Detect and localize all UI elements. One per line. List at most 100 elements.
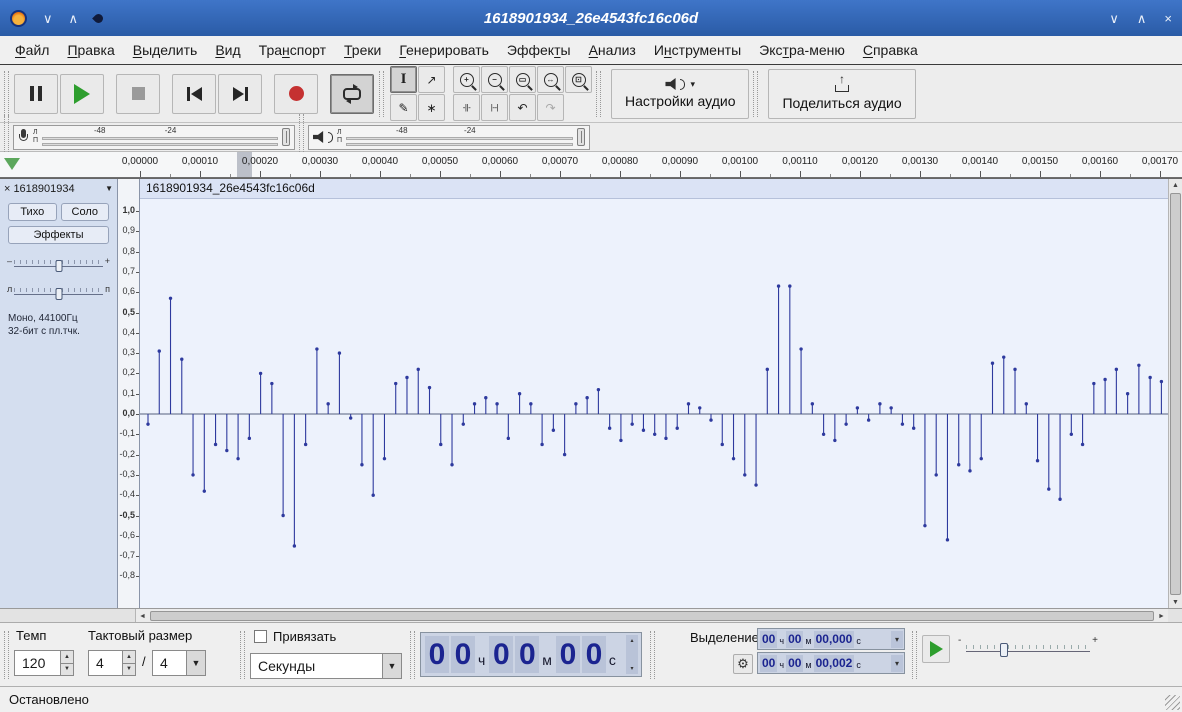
selection-toolbar-grip[interactable] (650, 631, 655, 679)
dropdown-arrow-icon[interactable]: ▼ (186, 651, 205, 675)
menu-item-5[interactable]: Треки (335, 38, 390, 62)
time-digit[interactable]: 0 (555, 636, 580, 673)
multi-tool-button[interactable]: ∗ (418, 94, 445, 121)
audio-setup-toolbar-grip[interactable] (596, 70, 601, 117)
tempo-value[interactable]: 120 (14, 650, 60, 676)
zoom-in-button[interactable]: + (453, 66, 480, 93)
time-display-stepper[interactable]: ▴ ▾ (626, 635, 638, 674)
time-toolbar-grip[interactable] (4, 631, 9, 679)
playback-meter[interactable]: Л П -48 -24 (308, 124, 590, 150)
mute-button[interactable]: Тихо (8, 203, 57, 221)
time-digit[interactable]: 0 (425, 636, 449, 673)
time-digit[interactable]: 0 (451, 636, 475, 673)
shade-down-icon[interactable]: ∨ (43, 12, 53, 25)
menu-item-8[interactable]: Анализ (580, 38, 645, 62)
vertical-scrollbar[interactable]: ▲ ▼ (1168, 179, 1182, 609)
snap-checkbox[interactable] (254, 630, 267, 643)
menu-item-3[interactable]: Вид (206, 38, 249, 62)
record-meter-handle[interactable] (282, 128, 290, 146)
shade-up-icon[interactable]: ∧ (69, 12, 79, 25)
redo-button[interactable]: ↷ (537, 94, 564, 121)
zoom-out-button[interactable]: − (481, 66, 508, 93)
pan-slider-thumb[interactable] (55, 288, 62, 300)
transport-toolbar-grip[interactable] (4, 70, 9, 117)
solo-button[interactable]: Соло (60, 203, 109, 221)
time-signature-stepper[interactable]: ▲ ▼ (122, 650, 136, 676)
time-signature-upper-value[interactable]: 4 (88, 650, 122, 676)
selection-digit-group[interactable]: 00 (786, 630, 804, 648)
track-menu-arrow-icon[interactable]: ▼ (105, 184, 113, 193)
playhead-triangle-icon[interactable] (4, 158, 20, 170)
track-name[interactable]: 1618901934 (13, 183, 102, 195)
gain-slider[interactable]: – + (7, 256, 110, 272)
menu-item-9[interactable]: Инструменты (645, 38, 750, 62)
share-toolbar-grip[interactable] (753, 70, 759, 117)
gain-slider-thumb[interactable] (55, 260, 62, 272)
clip-title[interactable]: 1618901934_26e4543fc16c06d (140, 179, 1168, 199)
snap-toolbar-grip[interactable] (240, 631, 245, 679)
skip-to-end-button[interactable] (218, 73, 262, 114)
menu-item-11[interactable]: Справка (854, 38, 927, 62)
menu-item-7[interactable]: Эффекты (498, 38, 580, 62)
track-close-button[interactable]: × (4, 183, 10, 195)
time-digit[interactable]: 0 (515, 636, 540, 673)
play-at-speed-grip[interactable] (912, 631, 917, 679)
horizontal-scrollbar-thumb[interactable] (150, 611, 1154, 621)
menu-item-2[interactable]: Выделить (124, 38, 207, 62)
playback-speed-slider[interactable]: - + (958, 635, 1098, 661)
skip-to-start-button[interactable] (172, 73, 216, 114)
resize-grip[interactable] (1165, 695, 1180, 710)
effects-button[interactable]: Эффекты (8, 226, 109, 244)
time-display[interactable]: 00ч00м00с ▴ ▾ (420, 632, 642, 677)
timeline-ruler[interactable]: 0,00000 0,00010 0,00020 0,00030 0,00040 0,000… (0, 152, 1182, 178)
selection-digit-group[interactable]: 00,002 (813, 654, 855, 672)
time-digit[interactable]: 0 (581, 636, 606, 673)
zoom-toggle-button[interactable]: ↔ (537, 66, 564, 93)
selection-start-field[interactable]: 00 ч 00 м 00,000 с ▾ (757, 628, 905, 650)
dropdown-arrow-icon[interactable]: ▾ (891, 654, 903, 672)
menu-item-1[interactable]: Правка (58, 38, 123, 62)
speed-slider-thumb[interactable] (1000, 643, 1008, 657)
selection-digit-group[interactable]: 00 (760, 630, 778, 648)
selection-digit-group[interactable]: 00 (760, 654, 778, 672)
amplitude-ruler[interactable]: 1,0 0,9 0,8 0,7 0,6 0,5 0,4 0,3 0,2 0,1 0,0 -0,1 -0,… (118, 179, 140, 609)
audio-setup-button[interactable]: ▾ Настройки аудио (611, 68, 750, 119)
envelope-tool-button[interactable]: ↗ (418, 66, 445, 93)
play-button[interactable] (60, 73, 104, 114)
selection-digit-group[interactable]: 00 (786, 654, 804, 672)
scroll-right-icon[interactable]: ► (1155, 610, 1168, 622)
stop-button[interactable] (116, 73, 160, 114)
close-icon[interactable]: × (1164, 12, 1172, 25)
zoom-selection-button[interactable]: ▭ (509, 66, 536, 93)
menu-item-0[interactable]: Файл (6, 38, 58, 62)
menu-item-6[interactable]: Генерировать (390, 38, 498, 62)
minimize-icon[interactable]: ∨ (1109, 12, 1119, 25)
tempo-spinner[interactable]: 120 ▲ ▼ (14, 650, 74, 676)
time-digit[interactable]: 0 (489, 636, 514, 673)
horizontal-scrollbar[interactable]: ◄ ► (135, 609, 1168, 623)
audacity-logo-icon[interactable] (10, 9, 27, 27)
scroll-left-icon[interactable]: ◄ (136, 610, 149, 622)
time-display-grip[interactable] (410, 631, 415, 679)
play-at-speed-button[interactable] (922, 635, 950, 663)
playback-meter-handle[interactable] (577, 128, 585, 146)
selection-digit-group[interactable]: 00,000 (813, 630, 855, 648)
silence-selection-button[interactable]: |--| (481, 94, 508, 121)
pan-slider[interactable]: л п (7, 284, 110, 300)
fit-project-button[interactable]: ⊡ (565, 66, 592, 93)
dropdown-arrow-icon[interactable]: ▼ (382, 654, 401, 678)
menu-item-4[interactable]: Транспорт (250, 38, 335, 62)
selection-tool-button[interactable]: I (390, 66, 417, 93)
dropdown-arrow-icon[interactable]: ▾ (891, 630, 903, 648)
time-signature-upper-spinner[interactable]: 4 ▲ ▼ (88, 650, 136, 676)
snap-units-dropdown[interactable]: Секунды ▼ (250, 653, 402, 679)
selection-settings-button[interactable]: ⚙ (733, 654, 753, 674)
menu-item-10[interactable]: Экстра-меню (750, 38, 854, 62)
share-audio-button[interactable]: ↑ Поделиться аудио (768, 68, 916, 119)
record-button[interactable] (274, 73, 318, 114)
scroll-up-icon[interactable]: ▲ (1169, 179, 1182, 192)
maximize-icon[interactable]: ∧ (1137, 12, 1147, 25)
tempo-stepper[interactable]: ▲ ▼ (60, 650, 74, 676)
vertical-scrollbar-thumb[interactable] (1170, 193, 1181, 595)
trim-outside-selection-button[interactable]: -||- (453, 94, 480, 121)
